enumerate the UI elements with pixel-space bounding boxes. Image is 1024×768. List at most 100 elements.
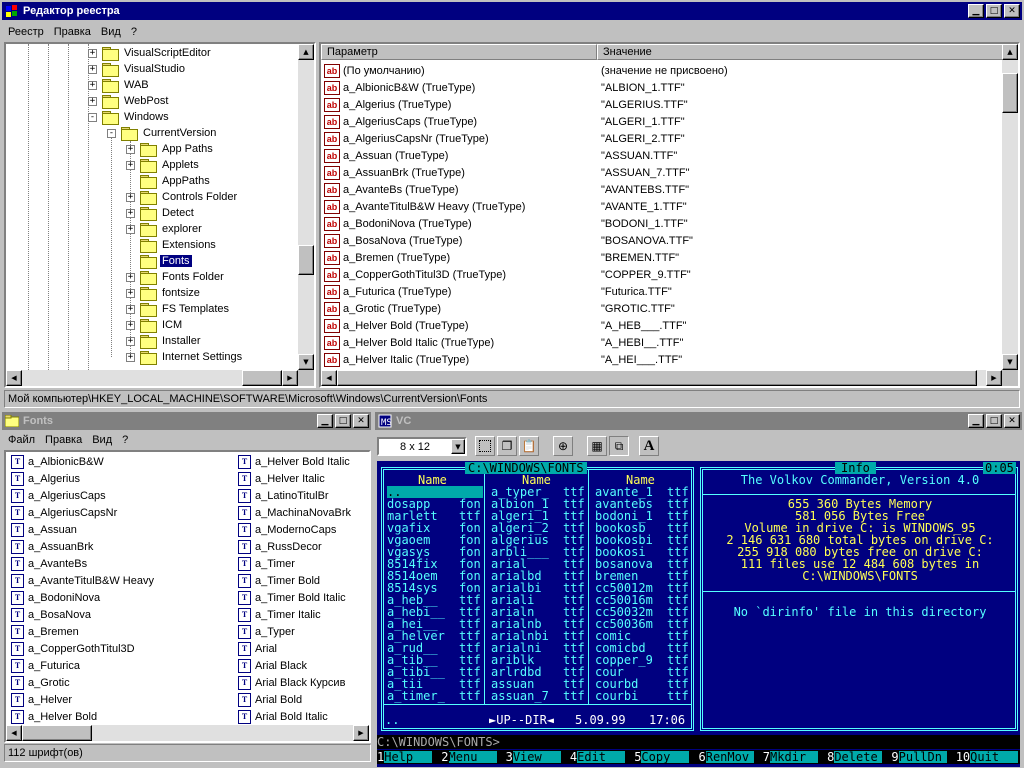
- tree-item[interactable]: + Fonts Folder: [126, 269, 226, 285]
- tree-vertical-scrollbar[interactable]: ▲ ▼: [298, 44, 314, 370]
- expand-icon[interactable]: +: [126, 208, 135, 218]
- font-list-item[interactable]: Ta_AvanteBs: [11, 555, 87, 572]
- fonts-minimize-button[interactable]: ▁: [317, 414, 333, 428]
- font-list-item[interactable]: T Arial Bold: [238, 691, 302, 708]
- vc-minimize-button[interactable]: ▁: [968, 414, 984, 428]
- tree-item[interactable]: + explorer: [126, 221, 204, 237]
- mark-tool-button[interactable]: [475, 436, 495, 456]
- tree-item[interactable]: + VisualStudio: [88, 61, 187, 77]
- values-scroll-left-button[interactable]: ◀: [321, 370, 337, 386]
- font-list-item[interactable]: Ta_AlgeriusCapsNr: [11, 504, 117, 521]
- fonts-maximize-button[interactable]: □: [335, 414, 351, 428]
- vc-fkey-4[interactable]: 4Edit: [570, 751, 634, 763]
- vc-file-entry[interactable]: a_timer_ ttf: [387, 690, 487, 702]
- collapse-icon[interactable]: -: [107, 128, 116, 138]
- registry-value-row[interactable]: ab a_AlgeriusCapsNr (TrueType) "ALGERI_2.T…: [321, 130, 1001, 147]
- properties-tool-button[interactable]: ▦: [587, 436, 607, 456]
- regedit-titlebar[interactable]: Редактор реестра ▁ □ ✕: [2, 2, 1022, 20]
- registry-value-row[interactable]: ab a_Helver Bold Italic (TrueType) "A_HEBI…: [321, 334, 1001, 351]
- background-tool-button[interactable]: ⧉: [609, 436, 629, 456]
- vc-maximize-button[interactable]: □: [986, 414, 1002, 428]
- fonts-hscroll-thumb[interactable]: [22, 725, 92, 741]
- chevron-down-icon[interactable]: ▼: [451, 439, 465, 454]
- menu-view[interactable]: Вид: [101, 26, 121, 38]
- fonts-scroll-left-button[interactable]: ◀: [6, 725, 22, 741]
- tree-item[interactable]: + WebPost: [88, 93, 170, 109]
- tree-item[interactable]: + Applets: [126, 157, 201, 173]
- tree-scroll-down-button[interactable]: ▼: [298, 354, 314, 370]
- vc-fkey-7[interactable]: 7Mkdir: [763, 751, 827, 763]
- vc-fkey-6[interactable]: 6RenMov: [699, 751, 763, 763]
- font-list-item[interactable]: Ta_LatinoTitulBr: [238, 487, 329, 504]
- font-list-item[interactable]: Ta_Timer: [238, 555, 295, 572]
- expand-icon[interactable]: +: [126, 160, 135, 170]
- fonts-scroll-right-button[interactable]: ▶: [353, 725, 369, 741]
- expand-icon[interactable]: +: [88, 48, 97, 58]
- maximize-button[interactable]: □: [986, 4, 1002, 18]
- menu-edit[interactable]: Правка: [54, 26, 91, 38]
- expand-icon[interactable]: +: [126, 144, 135, 154]
- fonts-menu-view[interactable]: Вид: [92, 434, 112, 446]
- values-vertical-scrollbar[interactable]: ▲ ▼: [1002, 44, 1018, 370]
- font-list-item[interactable]: Ta_AssuanBrk: [11, 538, 93, 555]
- tree-scroll-left-button[interactable]: ◀: [6, 370, 22, 386]
- font-list-item[interactable]: T Arial: [238, 640, 277, 657]
- vc-fkey-8[interactable]: 8Delete: [827, 751, 891, 763]
- tree-item[interactable]: + Controls Folder: [126, 189, 239, 205]
- font-list-item[interactable]: T Arial Black Курсив: [238, 674, 345, 691]
- tree-item[interactable]: AppPaths: [126, 173, 212, 189]
- registry-value-row[interactable]: ab a_Helver Bold (TrueType) "A_HEB___.TTF": [321, 317, 1001, 334]
- fonts-titlebar[interactable]: Fonts ▁ □ ✕: [2, 412, 371, 430]
- fonts-horizontal-scrollbar[interactable]: ◀ ▶: [6, 725, 369, 741]
- font-list-item[interactable]: Ta_Futurica: [11, 657, 80, 674]
- registry-value-row[interactable]: ab a_AlgeriusCaps (TrueType) "ALGERI_1.TTF…: [321, 113, 1001, 130]
- expand-icon[interactable]: +: [88, 64, 97, 74]
- fonts-menu-file[interactable]: Файл: [8, 434, 35, 446]
- values-hscroll-thumb[interactable]: [337, 370, 977, 386]
- font-list-item[interactable]: T Arial Black: [238, 657, 307, 674]
- font-list-item[interactable]: Ta_Helver: [11, 691, 72, 708]
- font-list-item[interactable]: Ta_AlbionicB&W: [11, 453, 104, 470]
- vc-close-button[interactable]: ✕: [1004, 414, 1020, 428]
- font-list-item[interactable]: Ta_Bremen: [11, 623, 79, 640]
- font-size-select[interactable]: 8 x 12 ▼: [377, 437, 467, 456]
- copy-tool-button[interactable]: ❐: [497, 436, 517, 456]
- paste-tool-button[interactable]: 📋: [519, 436, 539, 456]
- expand-icon[interactable]: +: [126, 320, 135, 330]
- tree-item[interactable]: Extensions: [126, 237, 218, 253]
- registry-value-row[interactable]: ab a_AssuanBrk (TrueType) "ASSUAN_7.TTF": [321, 164, 1001, 181]
- registry-value-row[interactable]: ab a_Helver Italic (TrueType) "A_HEI___.TT…: [321, 351, 1001, 368]
- font-list-item[interactable]: Ta_CopperGothTitul3D: [11, 640, 135, 657]
- registry-value-row[interactable]: ab a_BodoniNova (TrueType) "BODONI_1.TTF": [321, 215, 1001, 232]
- font-list-item[interactable]: Ta_Timer Bold: [238, 572, 320, 589]
- tree-item[interactable]: - CurrentVersion: [107, 125, 218, 141]
- tree-item[interactable]: + FS Templates: [126, 301, 231, 317]
- font-list-item[interactable]: Ta_Assuan: [11, 521, 77, 538]
- menu-registry[interactable]: Реестр: [8, 26, 44, 38]
- vc-fkey-2[interactable]: 2Menu: [441, 751, 505, 763]
- font-list-item[interactable]: Ta_Timer Italic: [238, 606, 321, 623]
- vc-app-icon[interactable]: MS: [377, 413, 393, 429]
- registry-value-row[interactable]: ab a_BosaNova (TrueType) "BOSANOVA.TTF": [321, 232, 1001, 249]
- registry-value-row[interactable]: ab a_Bremen (TrueType) "BREMEN.TTF": [321, 249, 1001, 266]
- font-list-item[interactable]: Ta_AlgeriusCaps: [11, 487, 106, 504]
- regedit-app-icon[interactable]: [4, 3, 20, 19]
- values-scroll-right-button[interactable]: ▶: [986, 370, 1002, 386]
- registry-value-row[interactable]: ab a_AlbionicB&W (TrueType) "ALBION_1.TTF": [321, 79, 1001, 96]
- fonts-close-button[interactable]: ✕: [353, 414, 369, 428]
- font-list-item[interactable]: Ta_Algerius: [11, 470, 80, 487]
- vc-titlebar[interactable]: MS VC ▁ □ ✕: [375, 412, 1022, 430]
- font-list-item[interactable]: T Arial Bold Italic: [238, 708, 328, 725]
- tree-scroll-up-button[interactable]: ▲: [298, 44, 314, 60]
- vc-file-entry[interactable]: courbi ttf: [595, 690, 695, 702]
- registry-value-row[interactable]: ab a_Assuan (TrueType) "ASSUAN.TTF": [321, 147, 1001, 164]
- tree-item[interactable]: Fonts: [126, 253, 193, 269]
- font-list-item[interactable]: Ta_Helver Bold: [11, 708, 97, 725]
- values-scroll-down-button[interactable]: ▼: [1002, 354, 1018, 370]
- font-tool-button[interactable]: A: [639, 436, 659, 456]
- tree-item[interactable]: + VisualScriptEditor: [88, 45, 213, 61]
- vc-fkey-5[interactable]: 5Copy: [634, 751, 698, 763]
- registry-value-row[interactable]: ab a_Algerius (TrueType) "ALGERIUS.TTF": [321, 96, 1001, 113]
- font-list-item[interactable]: Ta_Helver Italic: [238, 470, 325, 487]
- tree-hscroll-thumb[interactable]: [242, 370, 282, 386]
